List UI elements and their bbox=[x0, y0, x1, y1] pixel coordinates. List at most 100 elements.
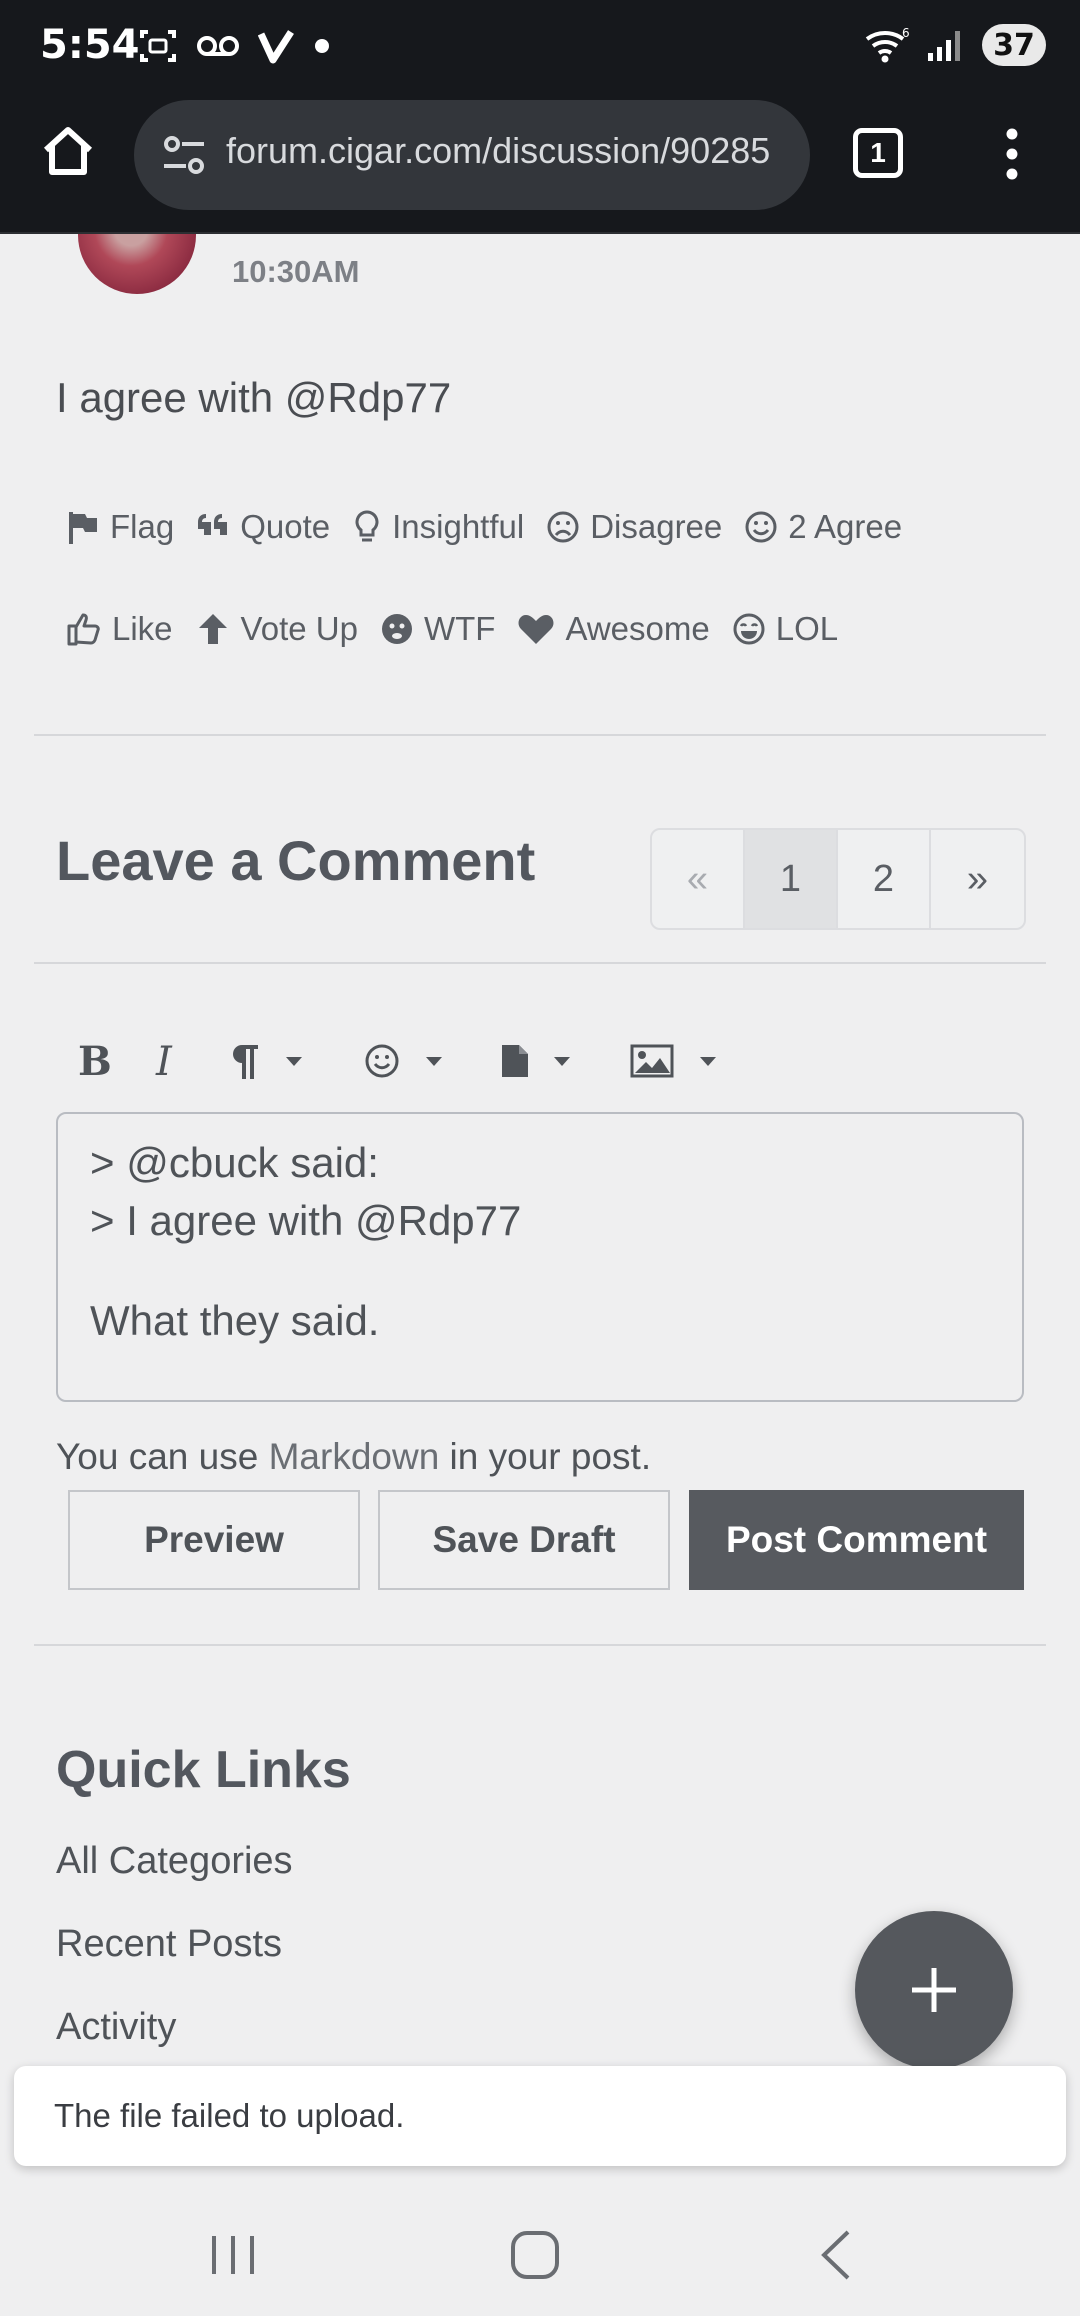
markdown-note: You can use Markdown in your post. bbox=[56, 1436, 651, 1478]
post-body: I agree with @Rdp77 bbox=[56, 374, 452, 421]
reaction-awesome[interactable]: Awesome bbox=[517, 610, 710, 648]
site-settings-icon[interactable] bbox=[160, 130, 210, 180]
reaction-insightful[interactable]: Insightful bbox=[352, 508, 524, 546]
quick-link-activity[interactable]: Activity bbox=[56, 2006, 176, 2049]
cell-signal-icon bbox=[928, 31, 960, 61]
recent-apps-icon[interactable] bbox=[198, 2220, 268, 2290]
reaction-wtf[interactable]: WTF bbox=[380, 610, 495, 648]
reactions-row-2: Like Vote Up WTF Awesome LOL bbox=[66, 610, 860, 648]
reaction-disagree[interactable]: Disagree bbox=[546, 508, 722, 546]
reaction-label: Like bbox=[112, 610, 173, 647]
save-draft-button[interactable]: Save Draft bbox=[378, 1490, 670, 1590]
file-dropdown[interactable] bbox=[500, 1030, 630, 1092]
image-dropdown[interactable] bbox=[630, 1030, 750, 1092]
back-nav-icon[interactable] bbox=[802, 2220, 872, 2290]
emoji-dropdown[interactable] bbox=[364, 1030, 500, 1092]
thumbs-up-icon bbox=[67, 613, 100, 646]
pager-page-1[interactable]: 1 bbox=[745, 830, 838, 928]
comment-editor[interactable]: > @cbuck said: > I agree with @Rdp77 Wha… bbox=[56, 1112, 1024, 1402]
emoji-icon bbox=[365, 1044, 399, 1078]
pager-next[interactable]: » bbox=[931, 830, 1024, 928]
paragraph-icon bbox=[233, 1045, 258, 1079]
svg-text:B: B bbox=[78, 1041, 112, 1081]
pager-page-2[interactable]: 2 bbox=[838, 830, 931, 928]
arrow-up-icon bbox=[198, 614, 227, 644]
quick-links-heading: Quick Links bbox=[56, 1741, 351, 1799]
image-icon bbox=[630, 1044, 674, 1078]
post-comment-button[interactable]: Post Comment bbox=[689, 1490, 1024, 1590]
reaction-quote[interactable]: Quote bbox=[196, 508, 330, 546]
reaction-label: Disagree bbox=[590, 508, 723, 545]
status-bar: 5:54 6 37 bbox=[0, 0, 1080, 96]
more-menu-icon[interactable] bbox=[1000, 126, 1024, 182]
italic-button[interactable]: I bbox=[152, 1030, 228, 1092]
leave-comment-heading: Leave a Comment bbox=[56, 829, 536, 892]
chevron-down-icon bbox=[286, 1057, 302, 1066]
battery-indicator: 37 bbox=[982, 24, 1046, 66]
home-icon[interactable] bbox=[38, 122, 98, 182]
status-system-icons: 6 37 bbox=[864, 24, 1046, 66]
heart-icon bbox=[518, 615, 554, 644]
reaction-label: Insightful bbox=[392, 508, 525, 545]
reaction-like[interactable]: Like bbox=[66, 610, 173, 648]
plus-icon bbox=[912, 1968, 956, 2012]
paragraph-dropdown[interactable] bbox=[228, 1030, 364, 1092]
avatar-clip bbox=[0, 234, 1080, 304]
file-icon bbox=[502, 1045, 528, 1077]
reaction-label: LOL bbox=[775, 610, 839, 647]
bold-button[interactable]: B bbox=[76, 1030, 152, 1092]
reaction-label: 2 Agree bbox=[788, 508, 903, 545]
reaction-label: Flag bbox=[110, 508, 175, 545]
smile-icon bbox=[745, 511, 777, 543]
lightbulb-icon bbox=[355, 510, 379, 542]
reaction-label: Awesome bbox=[565, 610, 710, 647]
divider bbox=[34, 962, 1046, 964]
laugh-icon bbox=[733, 613, 765, 645]
bold-icon: B bbox=[78, 1041, 112, 1081]
status-notification-icons bbox=[138, 26, 332, 66]
reaction-label: Vote Up bbox=[240, 610, 358, 647]
editor-line: > @cbuck said: bbox=[90, 1139, 379, 1186]
pager-previous[interactable]: « bbox=[652, 830, 745, 928]
url-text[interactable]: forum.cigar.com/discussion/90285 bbox=[226, 130, 796, 172]
tab-switcher-button[interactable]: 1 bbox=[853, 128, 903, 178]
verizon-icon bbox=[258, 30, 294, 64]
reactions-row-1: Flag Quote Insightful Disagree 2 Agree bbox=[66, 508, 924, 546]
pagination: « 1 2 » bbox=[650, 828, 1026, 930]
voicemail-icon bbox=[197, 36, 239, 56]
divider bbox=[34, 1644, 1046, 1646]
editor-line: > I agree with @Rdp77 bbox=[90, 1197, 522, 1244]
svg-text:6: 6 bbox=[902, 26, 910, 40]
chevron-down-icon bbox=[426, 1057, 442, 1066]
reaction-lol[interactable]: LOL bbox=[732, 610, 838, 648]
quote-icon bbox=[198, 514, 228, 535]
url-bar[interactable]: forum.cigar.com/discussion/90285 bbox=[134, 100, 810, 210]
reaction-label: Quote bbox=[240, 508, 331, 545]
chevron-down-icon bbox=[700, 1057, 716, 1066]
wifi-icon: 6 bbox=[865, 26, 910, 63]
home-nav-icon[interactable] bbox=[500, 2220, 570, 2290]
system-nav-bar bbox=[0, 2180, 1080, 2316]
reaction-agree[interactable]: 2 Agree bbox=[744, 508, 902, 546]
chevron-down-icon bbox=[554, 1057, 570, 1066]
italic-icon: I bbox=[155, 1041, 173, 1081]
markdown-link[interactable]: Markdown bbox=[269, 1436, 440, 1477]
quick-link-all-categories[interactable]: All Categories bbox=[56, 1840, 293, 1883]
reaction-vote-up[interactable]: Vote Up bbox=[195, 610, 358, 648]
new-post-fab[interactable] bbox=[855, 1911, 1013, 2069]
upload-error-toast: The file failed to upload. bbox=[14, 2066, 1066, 2166]
markdown-note-suffix: in your post. bbox=[439, 1436, 652, 1477]
flag-icon bbox=[69, 512, 97, 544]
svg-text:I: I bbox=[155, 1041, 173, 1081]
divider bbox=[34, 734, 1046, 736]
wtf-face-icon bbox=[381, 614, 412, 644]
editor-line: What they said. bbox=[90, 1297, 380, 1344]
status-time: 5:54 bbox=[40, 22, 140, 68]
browser-toolbar: forum.cigar.com/discussion/90285 1 bbox=[0, 96, 1080, 234]
preview-button[interactable]: Preview bbox=[68, 1490, 360, 1590]
avatar[interactable] bbox=[78, 234, 196, 294]
quick-link-recent-posts[interactable]: Recent Posts bbox=[56, 1923, 282, 1966]
reaction-flag[interactable]: Flag bbox=[66, 508, 174, 546]
post-timestamp[interactable]: 10:30AM bbox=[232, 254, 360, 290]
